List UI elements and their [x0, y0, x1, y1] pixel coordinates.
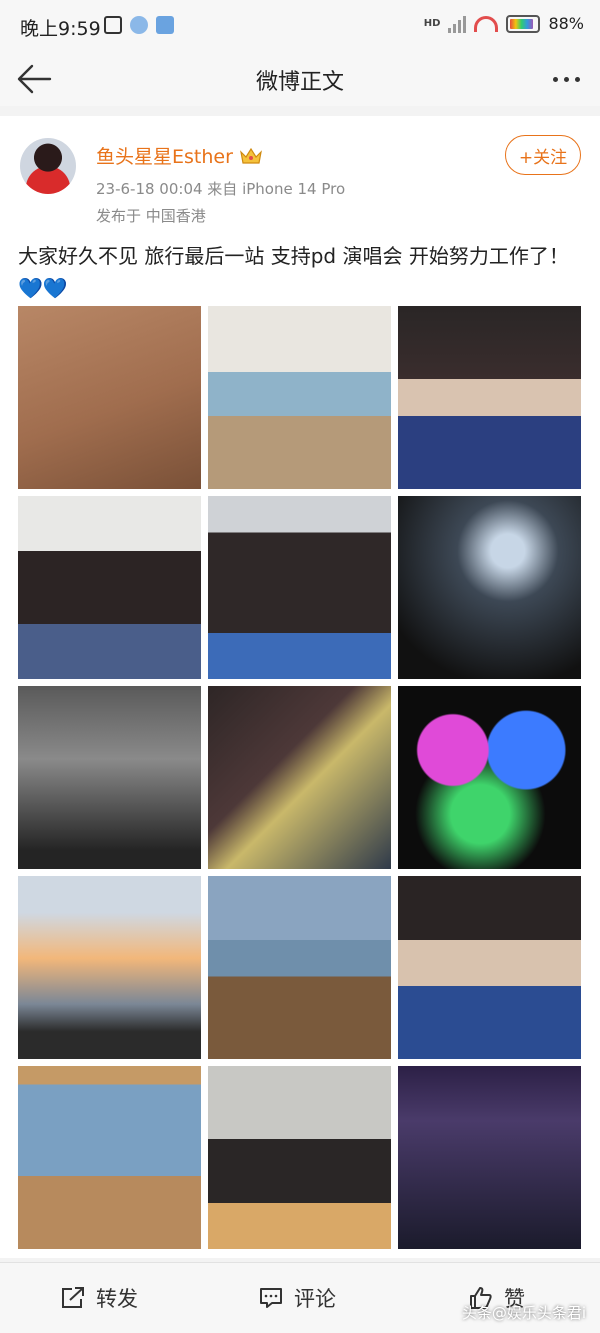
author-name-row[interactable]: 鱼头星星Esther: [96, 142, 263, 169]
photo-12[interactable]: [398, 876, 581, 1059]
page-title: 微博正文: [255, 70, 344, 95]
comment-label: 评论: [294, 1287, 336, 1311]
notification-icons: [104, 16, 174, 34]
status-bar: 晚上9:59 HD 88%: [0, 0, 600, 52]
battery-icon: [506, 14, 541, 33]
photo-15[interactable]: [398, 1066, 581, 1249]
author-name: 鱼头星星Esther: [96, 146, 233, 168]
avatar[interactable]: [20, 138, 76, 194]
nfc-icon: [104, 16, 122, 34]
post-body: 大家好久不见 旅行最后一站 支持pd 演唱会 开始努力工作了！: [18, 244, 569, 268]
network-label: HD: [423, 18, 441, 29]
nav-bar: 微博正文: [0, 52, 600, 106]
app-notification-icon: [130, 16, 148, 34]
more-button[interactable]: [546, 62, 586, 96]
photo-4[interactable]: [18, 496, 201, 679]
crown-icon: [239, 147, 262, 164]
photo-8[interactable]: [208, 686, 391, 869]
post-location: 发布于 中国香港: [96, 207, 206, 225]
share-icon: [62, 1287, 84, 1308]
photo-1[interactable]: [18, 306, 201, 489]
photo-9[interactable]: [398, 686, 581, 869]
battery-fill: [510, 18, 534, 29]
photo-2[interactable]: [208, 306, 391, 489]
photo-11[interactable]: [208, 876, 391, 1059]
status-right: HD 88%: [424, 14, 584, 33]
signal-icon: [448, 15, 467, 33]
more-dots-icon: [552, 76, 558, 82]
repost-button[interactable]: 转发: [60, 1279, 138, 1317]
repost-label: 转发: [96, 1287, 138, 1311]
comment-button[interactable]: 评论: [258, 1279, 336, 1317]
comment-icon: [260, 1288, 282, 1308]
post-card: 鱼头星星Esther 23-6-18 00:04 来自 iPhone 14 Pr…: [0, 116, 600, 1258]
post-text: 大家好久不见 旅行最后一站 支持pd 演唱会 开始努力工作了！ 💙💙: [18, 240, 584, 304]
status-time: 晚上9:59: [20, 18, 101, 40]
photo-13[interactable]: [18, 1066, 201, 1249]
watermark: 头条@娱乐头条君i: [461, 1304, 586, 1322]
photo-14[interactable]: [208, 1066, 391, 1249]
follow-button[interactable]: +关注: [505, 135, 581, 175]
photo-10[interactable]: [18, 876, 201, 1059]
photo-grid: [18, 306, 582, 1249]
photo-5[interactable]: [208, 496, 391, 679]
app-notification-icon: [156, 16, 174, 34]
battery-percent: 88%: [548, 14, 584, 33]
photo-3[interactable]: [398, 306, 581, 489]
photo-7[interactable]: [18, 686, 201, 869]
wifi-icon: [474, 15, 499, 32]
blue-heart-emoji: 💙💙: [18, 276, 68, 300]
photo-6[interactable]: [398, 496, 581, 679]
post-meta: 23-6-18 00:04 来自 iPhone 14 Pro: [96, 180, 346, 198]
